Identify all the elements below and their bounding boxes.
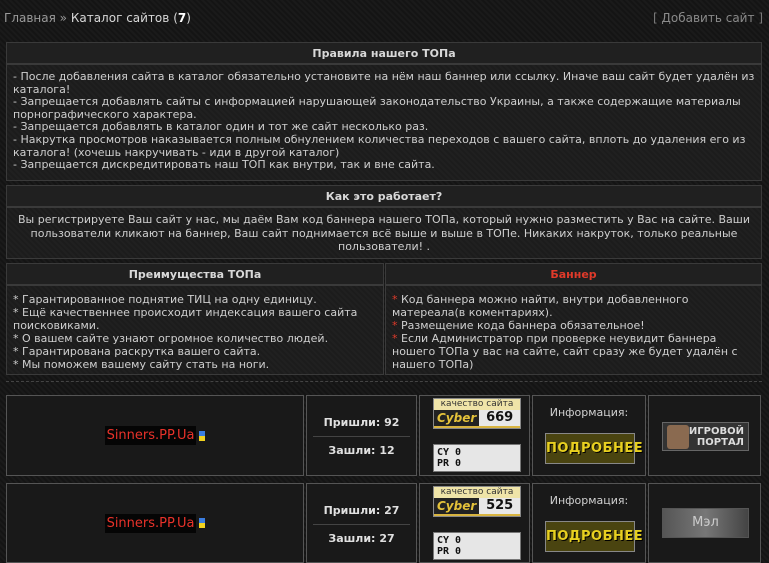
site-info-cell: Информация: ПОДРОБНЕЕ: [532, 483, 646, 563]
add-site-link[interactable]: Добавить сайт: [662, 11, 755, 25]
flag-icon: [199, 430, 206, 441]
more-button[interactable]: ПОДРОБНЕЕ: [545, 433, 643, 464]
advantage-line: * Мы поможем вашему сайту стать на ноги.: [13, 358, 270, 371]
site-counter-cell: качество сайта Cyber 525 CY 0 PR 0: [419, 483, 530, 563]
in-stat: Пришли: 92: [307, 416, 416, 429]
banner-star: *: [392, 332, 398, 345]
stat-divider: [313, 524, 410, 525]
site-banner[interactable]: Мэл: [662, 508, 749, 538]
site-name-cell: Sinners.PP.Ua: [6, 395, 304, 476]
site-banner-cell: Мэл: [648, 483, 761, 563]
counter-brand: Cyber: [434, 498, 480, 514]
counter-value: 669: [479, 410, 520, 426]
rule-line: - Запрещается дискредитировать наш ТОП к…: [13, 158, 435, 172]
out-stat: Зашли: 27: [307, 532, 416, 545]
cy-pr-counter[interactable]: CY 0 PR 0: [433, 444, 521, 472]
how-title: Как это работает?: [6, 185, 762, 207]
out-label: Зашли:: [328, 532, 376, 545]
banner-line: * Код баннера можно найти, внутри добавл…: [392, 293, 755, 319]
in-label: Пришли:: [323, 504, 381, 517]
site-name-cell: Sinners.PP.Ua: [6, 483, 304, 563]
site-count: 7: [177, 11, 187, 25]
banner-line: * Размещение кода баннера обязательное!: [392, 319, 755, 332]
add-site-wrapper: [ Добавить сайт ]: [653, 11, 763, 25]
site-counter-cell: качество сайта Cyber 669 CY 0 PR 0: [419, 395, 530, 476]
breadcrumb: Главная » Каталог сайтов (7): [4, 11, 191, 25]
out-stat: Зашли: 12: [307, 444, 416, 457]
banner-line: * Если Администратор при проверке неувид…: [392, 332, 755, 371]
cy-line: CY 0: [437, 447, 462, 458]
advantage-line: * Гарантированное поднятие ТИЦ на одну е…: [13, 293, 317, 306]
pr-line: PR 0: [437, 546, 462, 557]
cy-pr-counter[interactable]: CY 0 PR 0: [433, 532, 521, 560]
site-stats-cell: Пришли: 27 Зашли: 27: [306, 483, 417, 563]
site-link[interactable]: Sinners.PP.Ua: [104, 426, 197, 445]
advantage-line: * Ещё качественнее происходит индексация…: [13, 306, 358, 332]
site-banner[interactable]: ИГРОВОЙ ПОРТАЛ: [662, 422, 749, 451]
out-value: 27: [379, 532, 395, 545]
breadcrumb-current: Каталог сайтов: [70, 11, 170, 25]
site-info-cell: Информация: ПОДРОБНЕЕ: [532, 395, 646, 476]
breadcrumb-separator: »: [59, 11, 68, 25]
banner-line-text: Код баннера можно найти, внутри добавлен…: [392, 293, 689, 319]
section-divider: [6, 381, 762, 384]
rule-line: - Накрутка просмотров наказывается полны…: [13, 132, 746, 159]
banner-figure-icon: [667, 425, 689, 449]
how-body: Вы регистрируете Ваш сайт у нас, мы даём…: [6, 207, 762, 259]
info-label: Информация:: [549, 406, 629, 419]
counter-value: 525: [479, 498, 520, 514]
quality-counter[interactable]: качество сайта Cyber 669: [433, 398, 521, 429]
site-stats-cell: Пришли: 92 Зашли: 12: [306, 395, 417, 476]
info-label: Информация:: [549, 494, 629, 507]
in-stat: Пришли: 27: [307, 504, 416, 517]
rule-line: - Запрещается добавлять сайты с информац…: [13, 95, 741, 121]
in-value: 92: [384, 416, 400, 429]
advantages-title: Преимущества ТОПа: [6, 263, 384, 285]
pr-line: PR 0: [437, 458, 462, 469]
banner-star: *: [392, 293, 398, 306]
in-label: Пришли:: [323, 416, 381, 429]
banner-line-text: Размещение кода баннера обязательное!: [401, 319, 645, 332]
add-site-bracket-open: [: [653, 11, 658, 25]
breadcrumb-home-link[interactable]: Главная: [4, 11, 56, 25]
out-label: Зашли:: [328, 444, 376, 457]
site-link[interactable]: Sinners.PP.Ua: [104, 513, 197, 533]
flag-icon: [199, 518, 206, 528]
rule-line: - После добавления сайта в каталог обяза…: [13, 70, 755, 96]
quality-counter[interactable]: качество сайта Cyber 525: [433, 486, 521, 517]
advantages-body: * Гарантированное поднятие ТИЦ на одну е…: [6, 285, 384, 375]
advantage-line: * О вашем сайте узнают огромное количест…: [13, 332, 329, 345]
add-site-bracket-close: ]: [758, 11, 763, 25]
counter-caption: качество сайта: [434, 399, 520, 410]
rules-body: - После добавления сайта в каталог обяза…: [6, 64, 762, 181]
banner-body: * Код баннера можно найти, внутри добавл…: [385, 285, 762, 375]
more-button[interactable]: ПОДРОБНЕЕ: [545, 521, 643, 552]
out-value: 12: [379, 444, 395, 457]
counter-caption: качество сайта: [434, 487, 520, 498]
cy-line: CY 0: [437, 535, 462, 546]
site-banner-cell: ИГРОВОЙ ПОРТАЛ: [648, 395, 761, 476]
in-value: 27: [384, 504, 400, 517]
site-count-close: ): [186, 11, 191, 25]
banner-line-text: Если Администратор при проверке неувидит…: [392, 332, 738, 371]
banner-title: Баннер: [385, 263, 762, 285]
rules-title: Правила нашего ТОПа: [6, 42, 762, 64]
advantage-line: * Гарантирована раскрутка вашего сайта.: [13, 345, 261, 358]
stat-divider: [313, 436, 410, 437]
counter-brand: Cyber: [434, 410, 480, 426]
banner-star: *: [392, 319, 398, 332]
